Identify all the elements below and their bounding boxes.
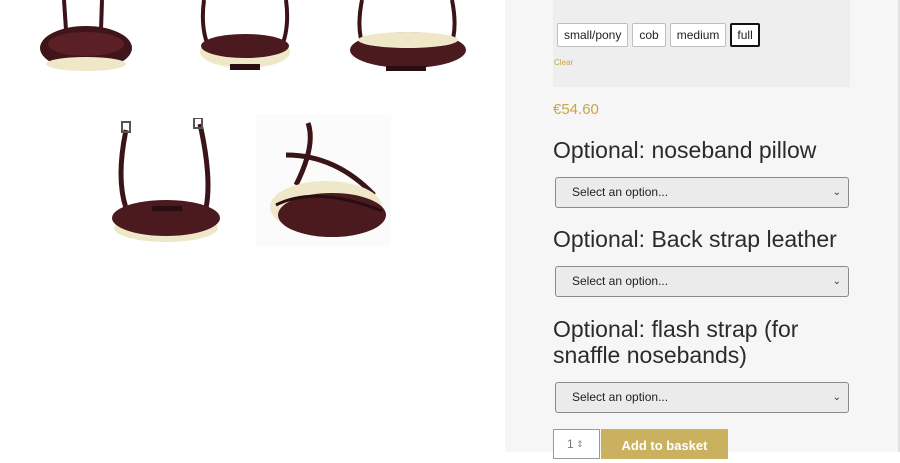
stepper-icon[interactable]: ⇕ <box>576 430 584 458</box>
option-title-noseband-pillow: Optional: noseband pillow <box>553 137 817 163</box>
noseband-image-2[interactable] <box>190 0 300 80</box>
select-value: Select an option... <box>572 274 669 288</box>
noseband-image-1[interactable] <box>28 0 138 80</box>
noseband-pillow-select[interactable]: Select an option... ⌄ <box>555 177 849 208</box>
option-title-flash-strap: Optional: flash strap (for snaffle noseb… <box>553 316 799 368</box>
quantity-input[interactable]: 1 ⇕ <box>553 429 600 459</box>
product-gallery <box>0 0 505 452</box>
product-price: €54.60 <box>553 101 599 118</box>
add-to-basket-button[interactable]: Add to basket <box>601 429 728 459</box>
size-small-pony-button[interactable]: small/pony <box>557 23 629 47</box>
size-full-button[interactable]: full <box>730 23 760 47</box>
back-strap-leather-select[interactable]: Select an option... ⌄ <box>555 266 849 297</box>
noseband-image-4[interactable] <box>108 118 226 248</box>
quantity-value: 1 <box>567 437 574 451</box>
select-value: Select an option... <box>572 390 669 404</box>
chevron-down-icon: ⌄ <box>832 187 841 198</box>
clear-selection-link[interactable]: Clear <box>554 58 573 67</box>
product-panel: small/pony cob medium full Clear €54.60 … <box>505 0 900 459</box>
size-options: small/pony cob medium full <box>557 23 760 47</box>
size-selector: small/pony cob medium full Clear <box>553 0 850 87</box>
noseband-image-3[interactable] <box>348 0 468 80</box>
noseband-image-5[interactable] <box>256 115 391 247</box>
size-cob-button[interactable]: cob <box>632 23 666 47</box>
flash-strap-select[interactable]: Select an option... ⌄ <box>555 382 849 413</box>
chevron-down-icon: ⌄ <box>832 392 841 403</box>
option-title-back-strap-leather: Optional: Back strap leather <box>553 226 837 252</box>
size-medium-button[interactable]: medium <box>669 23 727 47</box>
chevron-down-icon: ⌄ <box>832 276 841 287</box>
select-value: Select an option... <box>572 185 669 199</box>
